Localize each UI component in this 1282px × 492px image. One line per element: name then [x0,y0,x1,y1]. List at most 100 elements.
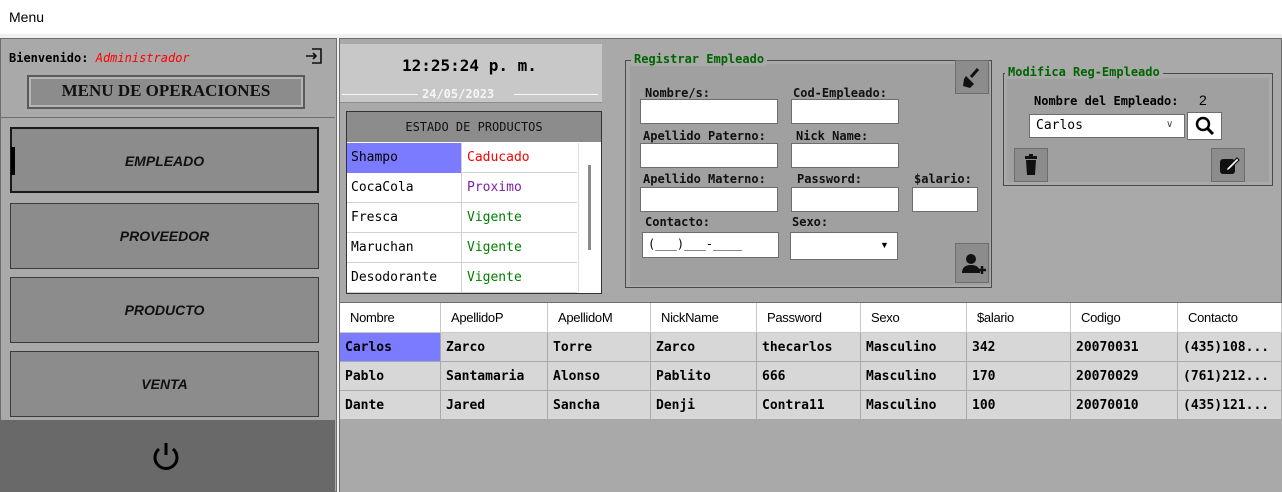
product-status-row[interactable]: Desodorante Vigente [347,263,577,293]
table-cell[interactable]: thecarlos [757,333,861,362]
product-status: Proximo [467,180,522,195]
apellido-paterno-input[interactable] [640,143,778,168]
table-cell[interactable]: Sancha [548,391,651,420]
table-cell[interactable]: Torre [548,333,651,362]
product-status-row[interactable]: Fresca Vigente [347,203,577,233]
table-cell[interactable]: Santamaria [441,362,548,391]
producto-button[interactable]: PRODUCTO [10,277,319,343]
product-name: Maruchan [351,240,414,255]
table-cell[interactable]: 20070010 [1071,391,1178,420]
contacto-masked-input[interactable]: (___)___-____ [642,232,779,258]
operations-title: MENU DE OPERACIONES [27,75,305,109]
salario-label: $alario: [914,172,972,186]
product-status-row[interactable]: CocaCola Proximo [347,173,577,203]
edit-icon [1220,157,1240,174]
add-employee-button[interactable] [955,243,989,283]
table-cell[interactable]: (435)121... [1178,391,1282,420]
table-cell[interactable]: Alonso [548,362,651,391]
column-header[interactable]: $alario [967,303,1071,333]
table-cell[interactable]: Pablo [340,362,441,391]
broom-icon [963,68,980,88]
clock-date: 24/05/2023 [422,87,495,101]
power-icon[interactable] [150,440,182,474]
table-cell[interactable]: Masculino [861,391,967,420]
cell-divider [461,263,462,293]
table-cell[interactable]: Masculino [861,333,967,362]
column-header[interactable]: Contacto [1178,303,1282,333]
table-cell[interactable]: 170 [967,362,1071,391]
clock-time: 12:25:24 p. m. [402,56,537,75]
clear-form-button[interactable] [955,60,989,94]
table-cell[interactable]: Masculino [861,362,967,391]
welcome-text: Bienvenido: Administrador [9,51,190,65]
table-cell[interactable]: Jared [441,391,548,420]
table-cell[interactable]: 100 [967,391,1071,420]
table-cell[interactable]: 342 [967,333,1071,362]
apellido-materno-input[interactable] [640,187,778,212]
menu-bar: Menu [0,0,1282,34]
column-header[interactable]: ApellidoP [441,303,548,333]
modify-employee-legend: Modifica Reg-Empleado [1005,65,1163,79]
product-status: Vigente [467,210,522,225]
dropdown-arrow-icon[interactable]: ▼ [880,240,889,250]
scrollbar-thumb[interactable] [588,165,591,250]
product-name: Shampo [351,150,398,165]
table-cell[interactable]: Zarco [651,333,757,362]
table-cell[interactable]: Zarco [441,333,548,362]
nombre-label: Nombre/s: [645,86,711,100]
column-header[interactable]: ApellidoM [548,303,651,333]
cell-divider [461,173,462,203]
salario-input[interactable] [912,187,978,212]
product-name: CocaCola [351,180,414,195]
nombre-input[interactable] [640,99,778,124]
employee-name-label: Nombre del Empleado: [1034,94,1179,108]
employee-count: 2 [1199,92,1207,108]
sexo-label: Sexo: [792,215,829,229]
product-status-header: ESTADO DE PRODUCTOS [347,112,601,142]
table-cell[interactable]: Dante [340,391,441,420]
empleado-button[interactable]: EMPLEADO [10,127,319,193]
apellido-paterno-label: Apellido Paterno: [643,129,766,143]
product-status: Caducado [467,150,530,165]
menu-item[interactable]: Menu [9,9,44,25]
column-header[interactable]: Sexo [861,303,967,333]
table-cell[interactable]: Denji [651,391,757,420]
product-name: Desodorante [351,270,438,285]
employee-select[interactable]: Carlos [1029,114,1185,138]
product-status: Vigente [467,270,522,285]
table-cell[interactable]: Pablito [651,362,757,391]
table-cell[interactable]: (435)108... [1178,333,1282,362]
search-icon [1195,116,1215,136]
table-cell[interactable]: Carlos [340,333,441,362]
apellido-materno-label: Apellido Materno: [643,172,766,186]
product-status-row[interactable]: Maruchan Vigente [347,233,577,263]
column-header[interactable]: Codigo [1071,303,1178,333]
table-cell[interactable]: 20070031 [1071,333,1178,362]
nick-name-input[interactable] [791,143,899,168]
password-input[interactable] [791,187,899,212]
product-status-row[interactable]: Shampo Caducado [347,143,577,173]
cell-divider [461,203,462,233]
cell-divider [461,233,462,263]
divider [514,94,598,95]
chevron-down-icon[interactable]: ∨ [1166,119,1173,130]
table-cell[interactable]: 666 [757,362,861,391]
venta-button[interactable]: VENTA [10,351,319,417]
table-cell[interactable]: (761)212... [1178,362,1282,391]
column-header[interactable]: Password [757,303,861,333]
add-user-icon [962,254,986,274]
contacto-label: Contacto: [645,215,711,229]
column-header[interactable]: Nombre [340,303,441,333]
proveedor-button[interactable]: PROVEEDOR [10,203,319,269]
logout-icon[interactable] [305,47,323,65]
edit-employee-button[interactable] [1211,148,1245,182]
nick-name-label: Nick Name: [796,129,869,143]
product-status: Vigente [467,240,522,255]
cod-empleado-input[interactable] [791,99,899,124]
column-header[interactable]: NickName [651,303,757,333]
register-employee-legend: Registrar Empleado [631,52,768,66]
search-button[interactable] [1187,112,1222,140]
table-cell[interactable]: 20070029 [1071,362,1178,391]
table-cell[interactable]: Contra11 [757,391,861,420]
delete-employee-button[interactable] [1014,148,1048,182]
